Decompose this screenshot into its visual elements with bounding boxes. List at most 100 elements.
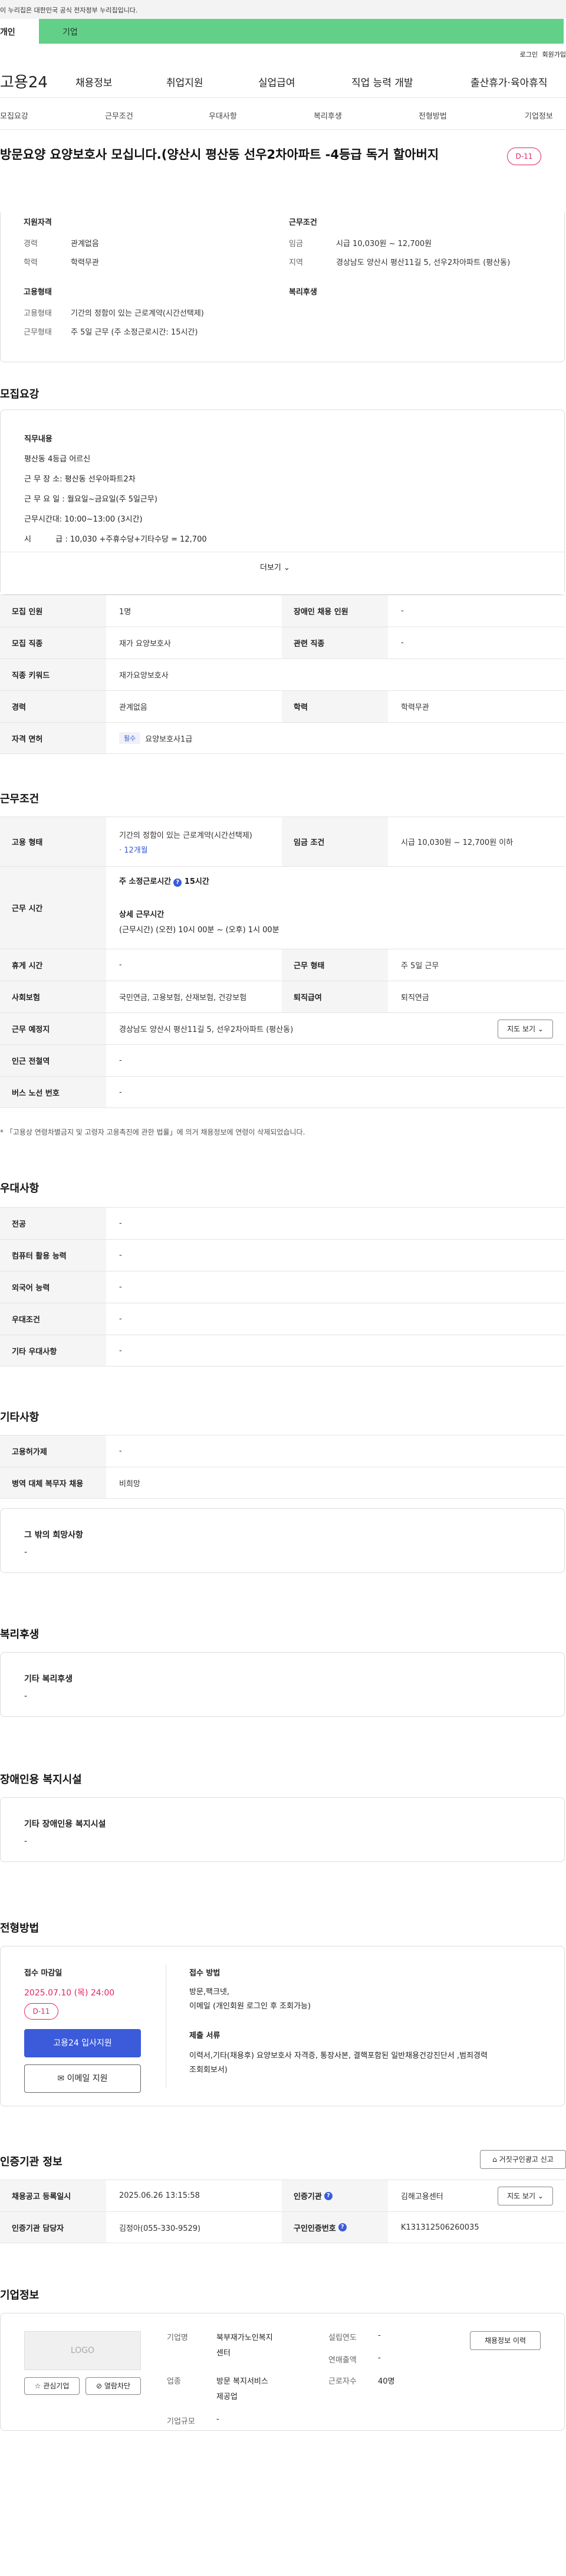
td: 국민연금, 고용보험, 산재보험, 건강보험 (119, 994, 247, 1002)
industry-key: 업종 (167, 2377, 181, 2386)
company-name-key: 기업명 (167, 2334, 188, 2342)
screening-card: 접수 마감일 2025.07.10 (목) 24:00 D-11 고용24 입사… (0, 1946, 565, 2106)
site-logo[interactable]: 고용24 (0, 70, 48, 92)
info-icon[interactable]: ? (324, 2191, 333, 2200)
tab-company[interactable]: 기업정보 (525, 110, 553, 121)
nav-parental-leave[interactable]: 출산휴가·육아휴직 (470, 74, 548, 89)
tab-welfare[interactable]: 복리후생 (314, 110, 342, 121)
th: 자격 면허 (0, 723, 106, 753)
nav-vocational-training[interactable]: 직업 능력 개발 (351, 74, 413, 89)
td: 재가요양보호사 (119, 671, 169, 680)
work-section-title: 근무조건 (0, 793, 40, 805)
docs-head: 제출 서류 (189, 2031, 221, 2040)
info-icon[interactable]: ? (338, 2223, 347, 2231)
td: 관계없음 (119, 703, 147, 712)
nav-employment-support[interactable]: 취업지원 (166, 74, 203, 89)
th: 기타 우대사항 (0, 1335, 106, 1366)
tab-corporate[interactable]: 기업 (39, 19, 564, 44)
join-link[interactable]: 회원가입 (542, 50, 566, 59)
nav-unemployment-benefit[interactable]: 실업급여 (258, 74, 295, 89)
required-tag: 필수 (119, 732, 141, 744)
recruit-table: 모집 인원 1명 장애인 채용 인원 - 모집 직종 재가 요양보호사 관련 직… (0, 595, 565, 754)
size-key: 기업규모 (167, 2417, 195, 2426)
duty-head: 직무내용 (24, 435, 52, 444)
table-row: 채용공고 등록일시 2025.06.26 13:15:58 인증기관? 김해고용… (0, 2180, 565, 2211)
login-link[interactable]: 로그인 (520, 50, 538, 59)
recruit-section-title: 모집요강 (0, 388, 40, 401)
nav-job-info[interactable]: 채용정보 (75, 74, 113, 89)
more-button[interactable]: 더보기 ⌄ (260, 561, 290, 572)
gov-banner: 이 누리집은 대한민국 공식 전자정부 누리집입니다. (0, 0, 566, 19)
tab-conditions[interactable]: 근무조건 (105, 110, 133, 121)
apply-button[interactable]: 고용24 입사지원 (24, 2029, 141, 2057)
th: 모집 직종 (0, 627, 106, 658)
tab-preference[interactable]: 우대사항 (209, 110, 237, 121)
weekly-hours: 주 소정근로시간? 15시간 (119, 877, 209, 887)
welfare-head: 기타 복리후생 (24, 1674, 73, 1684)
map-button[interactable]: 지도 보기 ⌄ (498, 1020, 553, 1038)
th: 컴퓨터 활용 능력 (0, 1240, 106, 1271)
th: 인근 전철역 (0, 1045, 106, 1076)
sales-key: 연매출액 (328, 2356, 357, 2365)
td: 경상남도 양산시 평산11길 5, 선우2차아파트 (평산동) (119, 1025, 294, 1034)
th: 경력 (0, 691, 106, 722)
table-row: 자격 면허 필수 요양보호사1급 (0, 722, 565, 754)
table-row: 경력 관계없음 학력 학력무관 (0, 690, 565, 722)
block-button[interactable]: ⊘ 열람차단 (85, 2377, 141, 2395)
block-icon: ⊘ (96, 2382, 103, 2390)
global-nav: 고용24 채용정보 취업지원 실업급여 직업 능력 개발 출산휴가·육아휴직 (0, 63, 566, 98)
sales-value: - (378, 2354, 381, 2362)
report-button[interactable]: ⌂ 거짓구인광고 신고 (480, 2150, 566, 2169)
method-value: 방문,팩크넷, (189, 1988, 230, 1997)
info-icon[interactable]: ? (173, 879, 182, 887)
dday-badge: D-11 (507, 148, 541, 165)
mail-icon: ✉ (57, 2074, 65, 2083)
method-head: 접수 방법 (189, 1969, 221, 1978)
staff-value: 40명 (378, 2377, 395, 2386)
td: - (119, 1447, 122, 1456)
th: 임금 조건 (282, 817, 388, 866)
th: 고용허가제 (0, 1436, 106, 1467)
tab-recruit[interactable]: 모집요강 (0, 110, 28, 121)
th: 직종 키워드 (0, 659, 106, 690)
th: 인증기관 담당자 (0, 2212, 106, 2243)
td: 재가 요양보호사 (119, 640, 171, 648)
th: 우대조건 (0, 1303, 106, 1335)
td: - (119, 1315, 122, 1323)
tab-personal[interactable]: 개인 (0, 19, 39, 44)
td: - (401, 607, 404, 615)
emp-period: · 12개월 (119, 845, 148, 855)
deadline-date: 2025.07.10 (목) 24:00 (24, 1988, 115, 1998)
pref-section-title: 우대사항 (0, 1182, 40, 1195)
disabled-head: 기타 장애인용 복지시설 (24, 1820, 106, 1829)
th: 근무 형태 (282, 949, 388, 981)
method-value-2: 이메일 (개인회원 로그인 후 조회가능) (189, 2002, 311, 2011)
welfare-value: - (24, 1692, 28, 1701)
table-row: 고용 형태 기간의 정함이 있는 근로계약(시간선택제) · 12개월 임금 조… (0, 817, 565, 866)
td: - (119, 1346, 122, 1355)
job-history-button[interactable]: 채용정보 이력 (470, 2331, 541, 2350)
th: 구인인증번호? (282, 2212, 388, 2243)
email-apply-button[interactable]: ✉ 이메일 지원 (24, 2064, 141, 2093)
table-row: 전공 - (0, 1207, 565, 1239)
map-button[interactable]: 지도 보기 ⌄ (498, 2187, 553, 2205)
disabled-value: - (24, 1837, 28, 1846)
table-row: 직종 키워드 재가요양보호사 (0, 658, 565, 690)
th: 근무 시간 (0, 867, 106, 949)
favorite-button[interactable]: ☆ 관심기업 (24, 2377, 80, 2395)
summary-card-border (0, 212, 565, 362)
section-tabs: 모집요강 근무조건 우대사항 복리후생 전형방법 기업정보 (0, 98, 566, 130)
est-value: - (378, 2331, 381, 2340)
size-value: - (216, 2415, 219, 2424)
service-bar: 개인 기업 (0, 19, 566, 44)
other-wishes-card: 그 밖의 희망사항 - (0, 1508, 565, 1573)
th: 관련 직종 (282, 627, 388, 658)
company-name-value-2: 센터 (216, 2349, 231, 2358)
job-title: 방문요양 요양보호사 모십니다.(양산시 평산동 선우2차아파트 -4등급 독거… (0, 148, 439, 162)
table-row: 인증기관 담당자 김정아(055-330-9529) 구인인증번호? K1313… (0, 2211, 565, 2243)
duty-line: 근 무 요 일 : 월요일~금요일(주 5일근무) (24, 495, 157, 504)
tab-screening[interactable]: 전형방법 (419, 110, 447, 121)
td: 기간의 정함이 있는 근로계약(시간선택제) · 12개월 (119, 817, 252, 866)
pref-table: 전공 - 컴퓨터 활용 능력 - 외국어 능력 - 우대조건 - 기타 우대사항 - (0, 1207, 565, 1366)
duty-card: 직무내용 평산동 4등급 어르신 근 무 장 소: 평산동 선우아파트2차 근 … (0, 409, 565, 595)
